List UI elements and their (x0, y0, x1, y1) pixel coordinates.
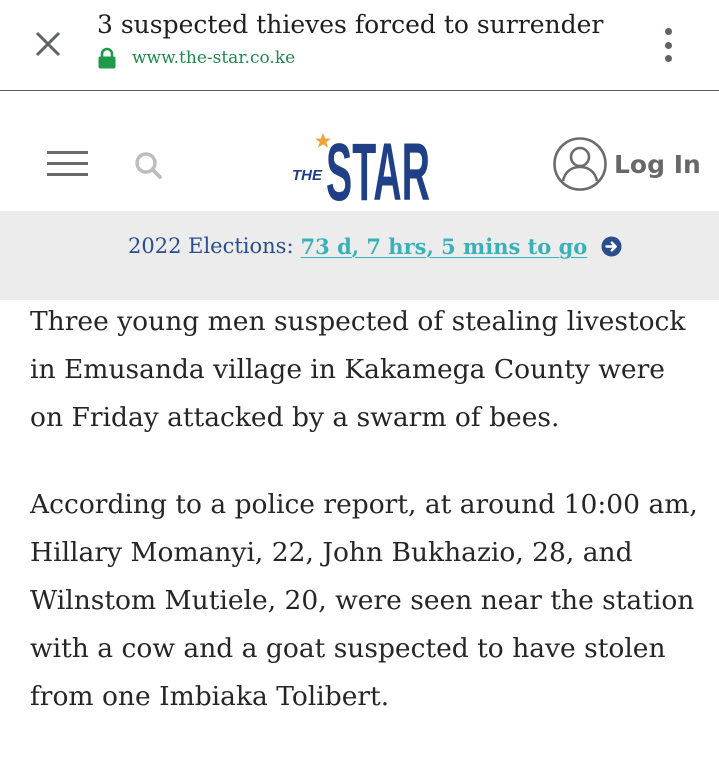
page-title: 3 suspected thieves forced to surrender (97, 10, 604, 39)
hamburger-icon[interactable] (47, 151, 89, 177)
arrow-right-circle-icon[interactable] (601, 236, 622, 257)
site-header: STAR THE Log In (0, 92, 719, 218)
close-icon[interactable] (28, 24, 68, 64)
elections-label: 2022 Elections: (128, 234, 294, 258)
lock-icon (98, 47, 116, 69)
page-url[interactable]: www.the-star.co.ke (132, 48, 295, 68)
login-button[interactable]: Log In (552, 136, 701, 192)
login-label: Log In (614, 149, 701, 179)
elections-countdown-link[interactable]: 73 d, 7 hrs, 5 mins to go (301, 234, 588, 259)
article-paragraph: Three young men suspected of stealing li… (30, 306, 686, 433)
more-vert-icon[interactable] (654, 22, 682, 68)
svg-text:STAR: STAR (326, 127, 430, 204)
site-logo[interactable]: STAR THE (290, 120, 432, 218)
svg-text:THE: THE (292, 167, 323, 184)
elections-countdown-row[interactable]: 2022 Elections: 73 d, 7 hrs, 5 mins to g… (128, 231, 622, 261)
elections-banner: 2022 Elections: 73 d, 7 hrs, 5 mins to g… (0, 211, 719, 300)
article-body: Three young men suspected of stealing li… (30, 298, 700, 760)
user-avatar-icon (553, 137, 607, 191)
url-row[interactable]: www.the-star.co.ke (97, 46, 295, 70)
search-icon[interactable] (133, 150, 163, 180)
article-paragraph: According to a police report, at around … (30, 489, 698, 712)
browser-top-bar: 3 suspected thieves forced to surrender … (0, 0, 719, 91)
